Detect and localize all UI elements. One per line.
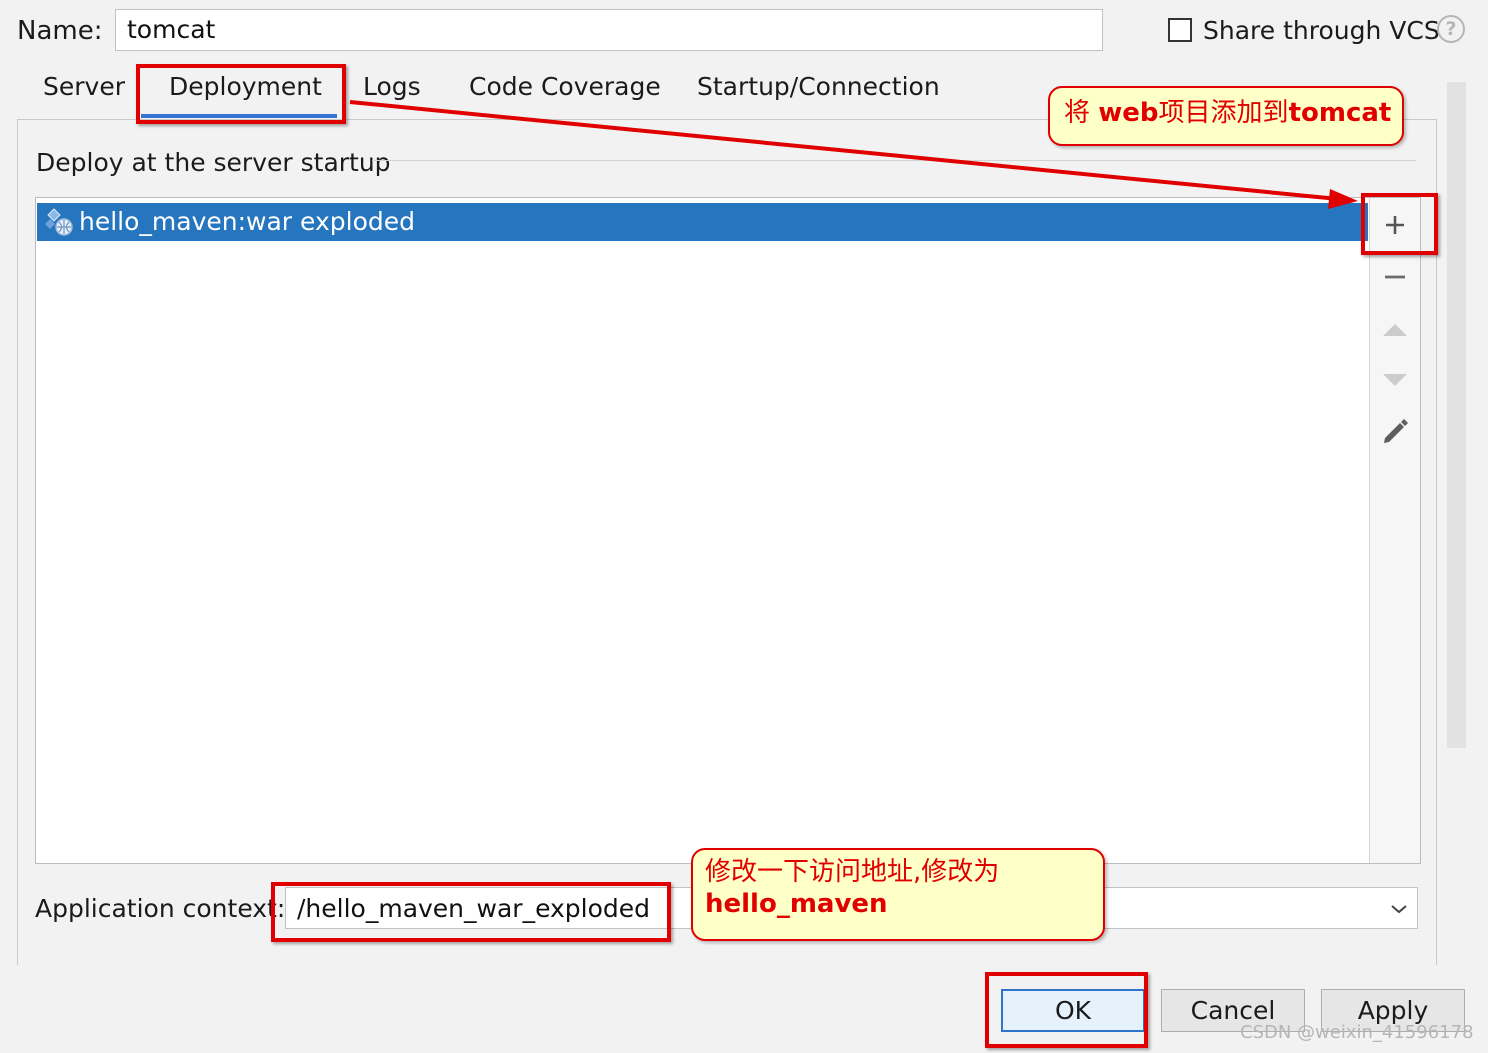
deployment-list[interactable] — [35, 197, 1421, 864]
heading-divider — [372, 160, 1416, 161]
list-item[interactable]: hello_maven:war exploded — [37, 203, 1368, 241]
help-icon[interactable]: ? — [1437, 15, 1465, 43]
artifact-icon — [45, 208, 73, 236]
remove-icon[interactable] — [1380, 262, 1410, 292]
share-vcs-label[interactable]: Share through VCS — [1203, 14, 1440, 48]
list-item-label: hello_maven:war exploded — [79, 207, 415, 236]
watermark: CSDN @weixin_41596178 — [1240, 1022, 1474, 1043]
name-label-text: Name: — [17, 16, 103, 46]
share-vcs-checkbox[interactable] — [1168, 18, 1192, 42]
tab-startup-connection[interactable]: Startup/Connection — [697, 70, 940, 104]
callout-add-project: 将 web项目添加到tomcat — [1048, 86, 1404, 146]
callout-context-line2: hello_maven — [705, 889, 888, 919]
chevron-down-icon[interactable] — [1387, 897, 1411, 921]
highlight-application-context — [271, 882, 671, 942]
highlight-add-button — [1361, 193, 1438, 255]
move-up-icon[interactable] — [1380, 314, 1410, 344]
callout-add-prefix: 将 — [1064, 98, 1091, 128]
tab-code-coverage[interactable]: Code Coverage — [469, 70, 661, 104]
highlight-ok-button — [985, 972, 1148, 1048]
tab-logs[interactable]: Logs — [363, 70, 421, 104]
callout-add-middle: 项目添加到 — [1158, 98, 1289, 128]
edit-icon[interactable] — [1380, 416, 1410, 446]
move-down-icon[interactable] — [1380, 365, 1410, 395]
highlight-deployment-tab — [136, 64, 346, 124]
scrollbar[interactable] — [1447, 82, 1466, 748]
tab-server[interactable]: Server — [43, 70, 125, 104]
callout-modify-context: 修改一下访问地址,修改为 hello_maven — [691, 848, 1105, 941]
callout-add-tomcat: tomcat — [1288, 98, 1392, 128]
deploy-heading: Deploy at the server startup — [36, 148, 391, 177]
list-toolbar — [1369, 198, 1420, 863]
name-label: Name: — [17, 14, 102, 48]
name-input[interactable]: tomcat — [115, 9, 1103, 51]
callout-add-web: web — [1098, 98, 1159, 128]
application-context-label: Application context: — [35, 894, 286, 923]
callout-context-line1: 修改一下访问地址,修改为 — [705, 857, 1000, 887]
